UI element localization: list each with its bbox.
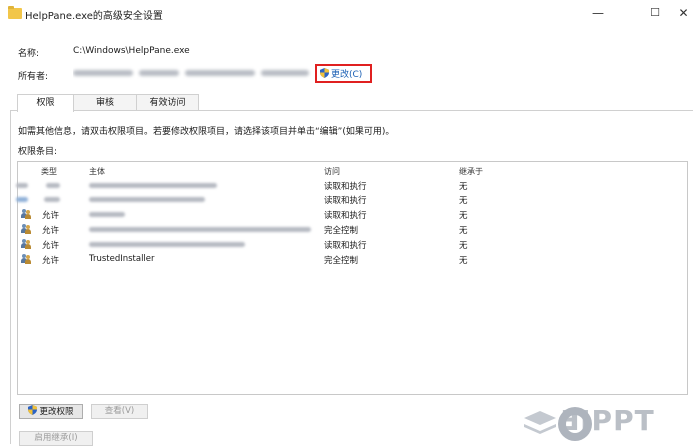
- access-cell: 完全控制: [324, 226, 359, 236]
- uac-shield-icon: [320, 68, 329, 78]
- table-row[interactable]: 允许 TrustedInstaller 完全控制 无: [18, 253, 687, 267]
- user-group-icon: [21, 239, 32, 249]
- uac-shield-icon: [28, 405, 38, 415]
- table-row[interactable]: 读取和执行 无: [16, 193, 687, 207]
- view-button[interactable]: 查看(V): [91, 404, 148, 419]
- access-cell: 完全控制: [324, 256, 359, 266]
- maximize-button[interactable]: ☐: [641, 4, 669, 22]
- change-owner-label: 更改(C): [331, 70, 363, 80]
- name-label: 名称:: [18, 49, 40, 59]
- column-header-principal[interactable]: 主体: [89, 166, 105, 177]
- table-row[interactable]: 读取和执行 无: [16, 179, 687, 193]
- change-permissions-label: 更改权限: [39, 407, 74, 417]
- tab-effective-access[interactable]: 有效访问: [136, 94, 199, 111]
- column-header-access[interactable]: 访问: [324, 166, 340, 177]
- hint-text: 如需其他信息，请双击权限项目。若要修改权限项目，请选择该项目并单击“编辑”(如果…: [18, 127, 395, 137]
- access-cell: 读取和执行: [324, 211, 367, 221]
- watermark-text: ƎIPPT: [560, 404, 655, 437]
- principal-redacted: [16, 194, 30, 206]
- access-cell: 读取和执行: [324, 182, 367, 192]
- inherited-cell: 无: [459, 182, 468, 192]
- principal-redacted: [16, 180, 30, 192]
- type-cell: 允许: [42, 256, 60, 266]
- change-permissions-button[interactable]: 更改权限: [19, 404, 83, 419]
- access-cell: 读取和执行: [324, 196, 367, 206]
- close-button[interactable]: ✕: [674, 4, 693, 22]
- type-cell: 允许: [42, 211, 60, 221]
- inherited-cell: 无: [459, 241, 468, 251]
- permission-entries-label: 权限条目:: [18, 147, 58, 157]
- principal-redacted: [89, 238, 249, 250]
- principal-cell: TrustedInstaller: [89, 254, 155, 264]
- column-header-type[interactable]: 类型: [41, 166, 57, 177]
- type-cell: 允许: [42, 241, 60, 251]
- inherited-cell: 无: [459, 256, 468, 266]
- change-owner-link[interactable]: 更改(C): [320, 67, 362, 80]
- name-value: C:\Windows\HelpPane.exe: [73, 46, 190, 56]
- principal-redacted: [89, 193, 229, 205]
- type-cell: 允许: [42, 226, 60, 236]
- minimize-button[interactable]: —: [584, 4, 612, 22]
- inherited-cell: 无: [459, 211, 468, 221]
- access-cell: 读取和执行: [324, 241, 367, 251]
- column-header-inherited-from[interactable]: 继承于: [459, 166, 483, 177]
- table-row[interactable]: 允许 完全控制 无: [18, 223, 687, 237]
- principal-redacted: [89, 208, 149, 220]
- type-redacted: [42, 179, 62, 191]
- user-group-icon: [21, 209, 32, 219]
- tab-auditing[interactable]: 审核: [73, 94, 137, 111]
- user-group-icon: [21, 224, 32, 234]
- owner-value-redacted: [73, 66, 313, 80]
- user-group-icon: [21, 254, 32, 264]
- window-title: HelpPane.exe的高级安全设置: [25, 11, 163, 22]
- table-row[interactable]: 允许 读取和执行 无: [18, 238, 687, 252]
- inherited-cell: 无: [459, 196, 468, 206]
- owner-label: 所有者:: [18, 72, 49, 82]
- tab-permissions[interactable]: 权限: [17, 94, 74, 112]
- principal-redacted: [89, 223, 319, 235]
- type-redacted: [42, 193, 62, 205]
- inherited-cell: 无: [459, 226, 468, 236]
- folder-icon: [8, 6, 22, 19]
- principal-redacted: [89, 179, 229, 191]
- table-row[interactable]: 允许 读取和执行 无: [18, 208, 687, 222]
